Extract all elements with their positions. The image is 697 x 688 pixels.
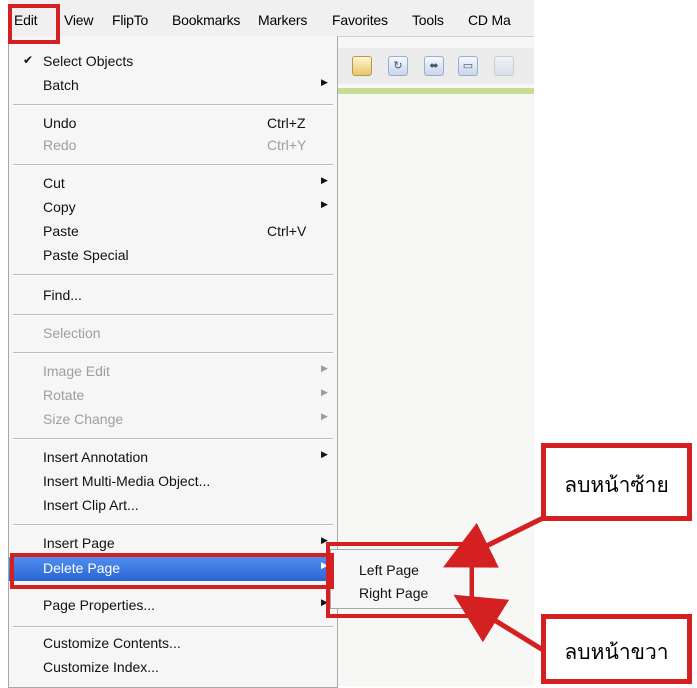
- submenu-arrow-icon: ▶: [321, 411, 328, 421]
- menubar: Edit View FlipTo Bookmarks Markers Favor…: [8, 0, 534, 37]
- menu-item-size-change: Size Change ▶: [43, 411, 328, 427]
- separator: [13, 438, 333, 440]
- menu-item-paste-special[interactable]: Paste Special: [9, 244, 337, 268]
- menu-item-copy[interactable]: Copy ▶: [9, 196, 337, 220]
- submenu-arrow-icon: ▶: [321, 77, 328, 87]
- menu-item-redo: Redo Ctrl+Y: [43, 137, 307, 153]
- menu-item-page-properties[interactable]: Page Properties... ▶: [9, 594, 337, 618]
- menu-item-image-edit: Image Edit ▶: [43, 363, 328, 379]
- fit-page-icon[interactable]: ⬌: [424, 56, 444, 76]
- menu-favorites[interactable]: Favorites: [332, 12, 388, 28]
- menu-item-select-objects[interactable]: ✔ Select Objects: [9, 50, 337, 74]
- book-icon[interactable]: [352, 56, 372, 76]
- edit-highlight-box: [8, 4, 60, 44]
- submenu-arrow-icon: ▶: [321, 175, 328, 185]
- menu-bookmarks[interactable]: Bookmarks: [172, 12, 240, 28]
- callout-right-page: ลบหน้าขวา: [541, 614, 692, 684]
- menu-item-selection: Selection: [43, 325, 101, 341]
- separator: [13, 104, 333, 106]
- menu-item-batch[interactable]: Batch ▶: [9, 74, 337, 98]
- separator: [13, 626, 333, 628]
- menu-markers[interactable]: Markers: [258, 12, 307, 28]
- menu-tools[interactable]: Tools: [412, 12, 444, 28]
- submenu-highlight-box: [326, 542, 474, 618]
- submenu-arrow-icon: ▶: [321, 363, 328, 373]
- menu-cd[interactable]: CD Ma: [468, 12, 511, 28]
- submenu-arrow-icon: ▶: [321, 199, 328, 209]
- refresh-icon[interactable]: ↻: [388, 56, 408, 76]
- callout-left-page: ลบหน้าซ้าย: [541, 443, 692, 521]
- submenu-arrow-icon: ▶: [321, 449, 328, 459]
- menu-item-customize-contents[interactable]: Customize Contents...: [9, 632, 337, 656]
- separator: [13, 274, 333, 276]
- separator: [13, 352, 333, 354]
- menu-item-insert-clip-art[interactable]: Insert Clip Art...: [9, 494, 337, 518]
- checkmark-icon: ✔: [23, 53, 34, 67]
- menu-item-insert-annotation[interactable]: Insert Annotation ▶: [9, 446, 337, 470]
- fit-width-icon[interactable]: ▭: [458, 56, 478, 76]
- separator: [13, 314, 333, 316]
- delete-page-highlight-box: [10, 553, 334, 589]
- menu-view[interactable]: View: [64, 12, 93, 28]
- toolbar: ↻ ⬌ ▭: [334, 48, 534, 84]
- submenu-arrow-icon: ▶: [321, 387, 328, 397]
- separator: [13, 524, 333, 526]
- menu-item-customize-index[interactable]: Customize Index...: [9, 656, 337, 680]
- menu-flipto[interactable]: FlipTo: [112, 12, 148, 28]
- edit-menu: ✔ Select Objects Batch ▶ Undo Ctrl+Z Red…: [8, 36, 338, 688]
- menu-item-undo[interactable]: Undo Ctrl+Z: [9, 112, 337, 136]
- menu-item-cut[interactable]: Cut ▶: [9, 172, 337, 196]
- separator: [13, 164, 333, 166]
- menu-item-find[interactable]: Find...: [9, 284, 337, 308]
- menu-item-insert-multimedia[interactable]: Insert Multi-Media Object...: [9, 470, 337, 494]
- menu-item-paste[interactable]: Paste Ctrl+V: [9, 220, 337, 244]
- thumbnail-icon[interactable]: [494, 56, 514, 76]
- menu-item-rotate: Rotate ▶: [43, 387, 328, 403]
- status-strip: [334, 88, 534, 94]
